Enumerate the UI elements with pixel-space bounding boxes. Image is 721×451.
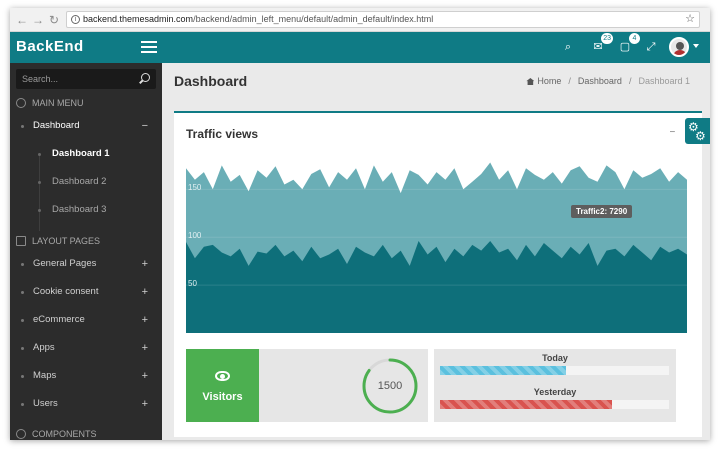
sidebar-subitem-label: Dashboard 2 xyxy=(52,176,107,187)
sidebar-item-label: Users xyxy=(33,398,58,409)
sidebar-item-label: Maps xyxy=(33,370,57,381)
y-tick-label: 100 xyxy=(188,231,202,241)
today-label: Today xyxy=(542,353,568,363)
top-header: BackEnd ⌕ ✉ 23 ▢ 4 ⤢ xyxy=(10,32,710,63)
notifications-badge: 4 xyxy=(629,33,640,44)
traffic-area-chart: 150 100 50 Traffic2: 7290 xyxy=(186,151,687,333)
fullscreen-icon[interactable]: ⤢ xyxy=(643,39,659,55)
yesterday-progress-bar xyxy=(440,400,669,409)
area-series-2 xyxy=(186,241,687,333)
visitors-label: Visitors xyxy=(202,391,243,403)
sidebar-subitem-label: Dashboard 3 xyxy=(52,204,107,215)
search-input[interactable] xyxy=(16,69,134,89)
browser-toolbar: ← → ↻ i backend.themesadmin.com/backend/… xyxy=(10,8,710,32)
sidebar: Main Menu Dashboard − Dashboard 1 Dashbo… xyxy=(10,63,162,440)
brand-logo[interactable]: BackEnd xyxy=(16,38,84,55)
chart-svg xyxy=(186,162,687,333)
layout-icon xyxy=(16,236,26,246)
sidebar-item-ecommerce[interactable]: eCommerce + xyxy=(10,306,162,334)
collapse-card-icon[interactable]: − xyxy=(670,127,676,138)
yesterday-label: Yesterday xyxy=(533,387,577,397)
reload-icon[interactable]: ↻ xyxy=(46,12,62,28)
hamburger-menu-icon[interactable] xyxy=(141,41,157,53)
eye-icon xyxy=(215,371,230,381)
user-menu-caret-icon[interactable] xyxy=(693,44,699,48)
bullet-icon xyxy=(21,125,24,128)
y-tick-label: 150 xyxy=(188,183,202,193)
sidebar-item-cookie-consent[interactable]: Cookie consent + xyxy=(10,278,162,306)
sidebar-item-label: Dashboard xyxy=(33,120,80,131)
back-arrow-icon[interactable]: ← xyxy=(14,12,30,28)
chat-icon[interactable]: ▢ 4 xyxy=(617,33,640,55)
main-content: Dashboard Home / Dashboard / Dashboard 1 Tra… xyxy=(162,63,710,440)
forward-arrow-icon[interactable]: → xyxy=(30,12,46,28)
gear-icon xyxy=(16,429,26,439)
bullet-icon xyxy=(21,403,24,406)
breadcrumb-current: Dashboard 1 xyxy=(638,76,690,86)
bullet-icon xyxy=(38,209,41,212)
section-main-menu: Main Menu xyxy=(16,98,84,108)
section-layout-pages: Layout Pages xyxy=(16,236,100,246)
collapse-icon[interactable]: − xyxy=(142,112,148,140)
today-progress-fill xyxy=(440,366,566,375)
card-title: Traffic views xyxy=(186,127,259,141)
user-avatar[interactable] xyxy=(669,37,689,57)
messages-badge: 23 xyxy=(601,33,613,44)
bullet-icon xyxy=(21,291,24,294)
breadcrumb-home[interactable]: Home xyxy=(537,76,561,86)
bullet-icon xyxy=(38,153,41,156)
expand-icon[interactable]: + xyxy=(142,334,148,362)
sidebar-item-users[interactable]: Users + xyxy=(10,390,162,418)
sidebar-item-label: eCommerce xyxy=(33,314,85,325)
traffic-progress-widget: Today Yesterday xyxy=(434,349,676,422)
url-host: backend.themesadmin.com xyxy=(83,14,194,24)
inbox-icon[interactable]: ✉ 23 xyxy=(590,33,613,55)
sidebar-item-label: Apps xyxy=(33,342,55,353)
sidebar-subitem-label: Dashboard 1 xyxy=(52,148,110,159)
today-progress-bar xyxy=(440,366,669,375)
compass-icon xyxy=(16,98,26,108)
y-tick-label: 50 xyxy=(188,279,197,289)
sidebar-item-maps[interactable]: Maps + xyxy=(10,362,162,390)
expand-icon[interactable]: + xyxy=(142,390,148,418)
expand-icon[interactable]: + xyxy=(142,306,148,334)
breadcrumb: Home / Dashboard / Dashboard 1 xyxy=(526,76,690,86)
sidebar-item-general-pages[interactable]: General Pages + xyxy=(10,250,162,278)
section-components: Components xyxy=(16,429,97,439)
sidebar-subitem-dashboard-3[interactable]: Dashboard 3 xyxy=(10,196,162,224)
bookmark-star-icon[interactable]: ☆ xyxy=(685,12,695,27)
bullet-icon xyxy=(21,319,24,322)
bullet-icon xyxy=(21,263,24,266)
visitors-widget: Visitors 1500 xyxy=(186,349,428,422)
info-icon[interactable]: i xyxy=(71,15,80,24)
browser-window: ← → ↻ i backend.themesadmin.com/backend/… xyxy=(10,8,710,440)
bullet-icon xyxy=(21,375,24,378)
visitors-tile: Visitors xyxy=(186,349,259,422)
url-path: /backend/admin_left_menu/default/admin_d… xyxy=(193,14,434,24)
bullet-icon xyxy=(38,181,41,184)
visitors-count: 1500 xyxy=(377,380,403,392)
bullet-icon xyxy=(21,347,24,350)
address-bar[interactable]: i backend.themesadmin.com/backend/admin_… xyxy=(66,11,700,28)
expand-icon[interactable]: + xyxy=(142,278,148,306)
home-icon xyxy=(526,78,535,85)
sidebar-item-apps[interactable]: Apps + xyxy=(10,334,162,362)
yesterday-progress-fill xyxy=(440,400,612,409)
traffic-views-card: Traffic views − × 150 100 50 Traffic2: 7… xyxy=(174,111,702,437)
chart-tooltip: Traffic2: 7290 xyxy=(571,205,633,218)
sidebar-item-label: General Pages xyxy=(33,258,97,269)
theme-settings-toggle[interactable]: ⚙ ⚙ xyxy=(685,118,710,144)
search-icon[interactable]: ⌕ xyxy=(560,39,576,55)
expand-icon[interactable]: + xyxy=(142,250,148,278)
sidebar-subitem-dashboard-1[interactable]: Dashboard 1 xyxy=(10,140,162,168)
sidebar-item-dashboard[interactable]: Dashboard − xyxy=(10,112,162,140)
expand-icon[interactable]: + xyxy=(142,362,148,390)
breadcrumb-dashboard[interactable]: Dashboard xyxy=(578,76,622,86)
page-title: Dashboard xyxy=(174,73,248,89)
sidebar-subitem-dashboard-2[interactable]: Dashboard 2 xyxy=(10,168,162,196)
sidebar-search xyxy=(16,69,156,89)
sidebar-item-label: Cookie consent xyxy=(33,286,99,297)
gear-icon: ⚙ xyxy=(695,129,706,143)
search-icon[interactable] xyxy=(141,73,150,82)
